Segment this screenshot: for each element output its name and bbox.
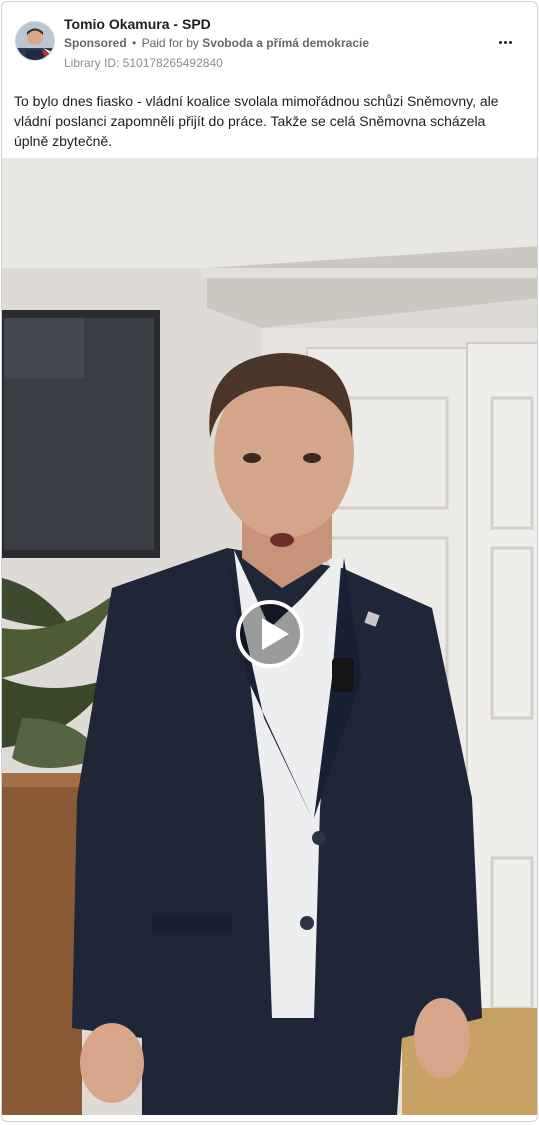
play-icon — [262, 618, 289, 650]
page-avatar[interactable] — [15, 21, 55, 61]
more-options-button[interactable] — [495, 32, 515, 52]
ad-header: Tomio Okamura - SPD Sponsored • Paid for… — [2, 2, 537, 80]
play-button[interactable] — [236, 600, 304, 668]
avatar-image — [16, 22, 54, 60]
library-id: Library ID: 510178265492840 — [64, 56, 223, 70]
ad-body-text: To bylo dnes fiasko - vládní koalice svo… — [14, 93, 499, 149]
video-player[interactable] — [2, 158, 537, 1115]
ad-library-page: Tomio Okamura - SPD Sponsored • Paid for… — [0, 0, 539, 1125]
more-options-icon — [498, 40, 513, 44]
separator-dot: • — [132, 36, 137, 50]
sponsored-label: Sponsored — [64, 36, 127, 50]
sponsorship-line: Sponsored • Paid for by Svoboda a přímá … — [64, 36, 369, 51]
paid-for-prefix: Paid for by — [141, 36, 199, 50]
payer-name: Svoboda a přímá demokracie — [202, 36, 370, 50]
ad-card: Tomio Okamura - SPD Sponsored • Paid for… — [1, 1, 538, 1122]
page-name[interactable]: Tomio Okamura - SPD — [64, 16, 211, 33]
